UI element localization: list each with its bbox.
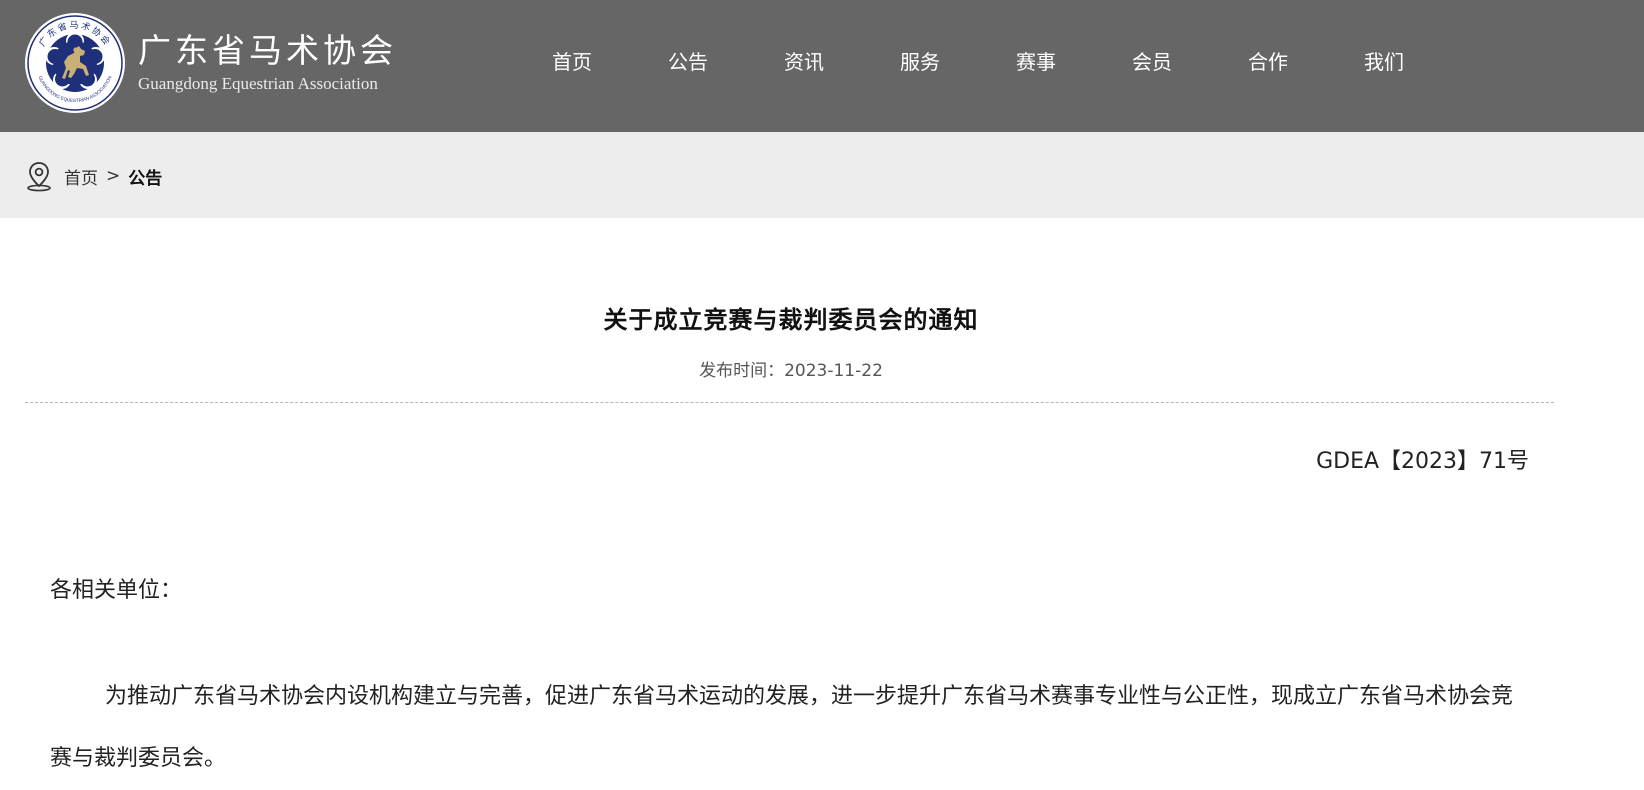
document-number: GDEA【2023】71号: [1316, 449, 1529, 474]
publish-time: 2023-11-22: [784, 361, 883, 381]
logo-text: 广东省马术协会 Guangdong Equestrian Association: [138, 31, 397, 95]
logo-name-en: Guangdong Equestrian Association: [138, 74, 378, 93]
breadcrumb-separator: >: [106, 166, 121, 186]
article-title: 关于成立竞赛与裁判委员会的通知: [603, 306, 979, 334]
article-meta: 发布时间：2023-11-22: [0, 356, 1582, 381]
nav-item-news[interactable]: 资讯: [746, 40, 862, 84]
breadcrumb: 首页 > 公告: [24, 160, 162, 192]
nav-item-about-us[interactable]: 我们: [1326, 40, 1442, 84]
site-logo[interactable]: 广东省马术协会 GUANGDONG EQUESTRIAN ASSOCIATION…: [24, 12, 397, 114]
salutation: 各相关单位：: [50, 578, 183, 603]
title-divider: [25, 402, 1554, 403]
main-nav: 首页 公告 资讯 服务 赛事 会员 合作 我们: [514, 40, 1442, 84]
logo-name-cn: 广东省马术协会: [138, 31, 397, 70]
location-pin-icon: [27, 162, 51, 192]
association-emblem-icon: 广东省马术协会 GUANGDONG EQUESTRIAN ASSOCIATION: [25, 13, 125, 113]
nav-item-home[interactable]: 首页: [514, 40, 630, 84]
nav-item-events[interactable]: 赛事: [978, 40, 1094, 84]
nav-item-cooperation[interactable]: 合作: [1210, 40, 1326, 84]
breadcrumb-bar: 首页 > 公告: [0, 132, 1644, 218]
nav-item-services[interactable]: 服务: [862, 40, 978, 84]
site-header: 广东省马术协会 GUANGDONG EQUESTRIAN ASSOCIATION…: [0, 0, 1644, 132]
publish-time-label: 发布时间：: [699, 361, 785, 381]
nav-item-announcements[interactable]: 公告: [630, 40, 746, 84]
article-paragraph: 为推动广东省马术协会内设机构建立与完善，促进广东省马术运动的发展，进一步提升广东…: [50, 684, 1514, 771]
breadcrumb-current: 公告: [128, 168, 163, 189]
breadcrumb-home-link[interactable]: 首页: [64, 164, 98, 189]
nav-item-members[interactable]: 会员: [1094, 40, 1210, 84]
